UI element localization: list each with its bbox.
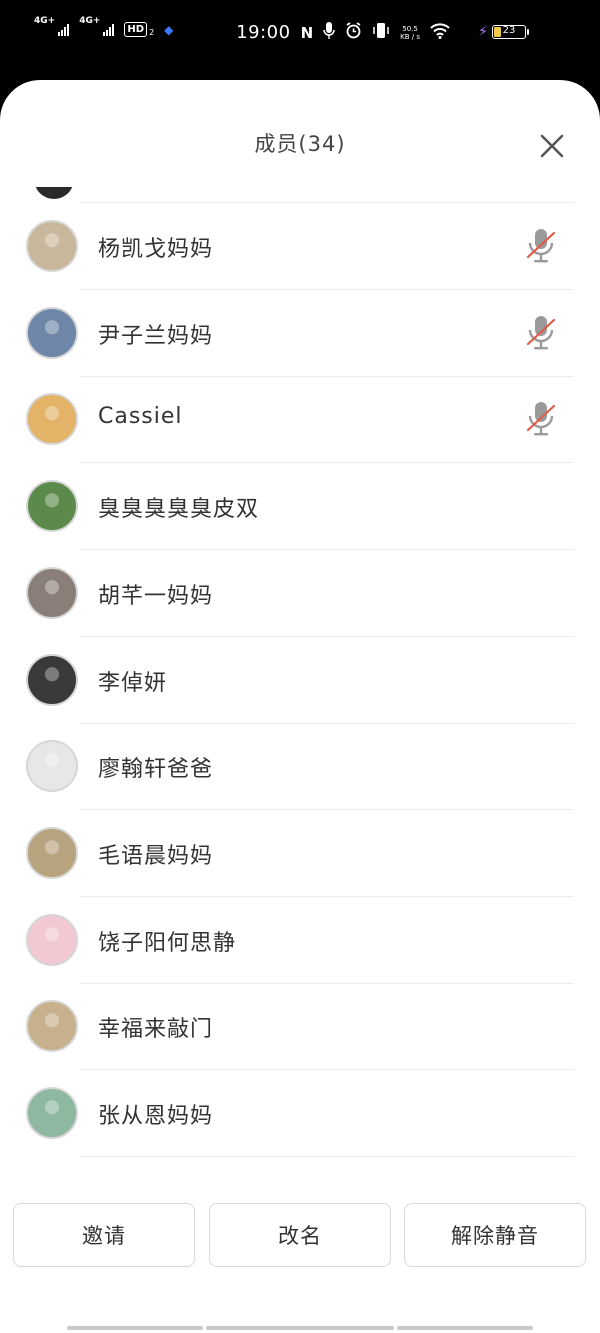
mic-muted-icon [524, 314, 558, 352]
unmute-button[interactable]: 解除静音 [404, 1203, 586, 1267]
battery-icon: 23 [492, 25, 529, 39]
cell-signal-1: 4G+ [34, 16, 70, 36]
member-name: 杨凯戈妈妈 [98, 237, 214, 262]
signal-label: 4G+ [34, 15, 56, 26]
net-speed-value: 50.5 [402, 24, 418, 33]
close-icon [540, 134, 564, 158]
charging-icon: ⚡ [478, 24, 488, 40]
home-indicator [67, 1326, 203, 1330]
mic-muted-icon [524, 400, 558, 438]
list-item[interactable] [0, 187, 600, 203]
member-row[interactable]: 幸福来敲门 [0, 983, 600, 1071]
hd-sub-label: 2 [149, 28, 155, 37]
avatar [26, 220, 78, 272]
avatar [26, 1000, 78, 1053]
member-name: 饶子阳何思静 [98, 930, 237, 956]
net-speed-unit: KB / s [400, 32, 420, 41]
avatar [26, 740, 78, 793]
signal-bars-icon [58, 23, 70, 36]
avatar [26, 653, 78, 706]
member-name: 张从恩妈妈 [98, 1104, 214, 1129]
vibrate-icon [372, 22, 390, 43]
member-name: 臭臭臭臭臭皮双 [98, 497, 260, 523]
member-row[interactable]: 廖翰轩爸爸 [0, 723, 600, 811]
member-name: 廖翰轩爸爸 [98, 757, 214, 783]
cell-signal-2: 4G+ [79, 16, 115, 36]
avatar [26, 826, 78, 879]
member-row[interactable]: 李倬妍 [0, 637, 600, 724]
avatar [34, 187, 74, 199]
members-sheet: 成员(34) 杨凯戈妈妈尹子兰妈妈 Cassiel 臭臭臭臭臭皮双 胡芊一妈妈李倬妍廖… [0, 80, 600, 1333]
home-indicator [397, 1326, 533, 1330]
sheet-title: 成员(34) [254, 132, 346, 156]
nfc-icon: N [300, 23, 314, 42]
member-name: 李倬妍 [98, 670, 168, 696]
avatar [26, 1087, 78, 1139]
hd-voice-indicator: HD 2 [124, 22, 154, 37]
microphone-icon [323, 22, 335, 43]
member-row[interactable]: Cassiel [0, 376, 600, 464]
member-name: 毛语晨妈妈 [98, 843, 214, 869]
signal-label: 4G+ [79, 15, 101, 26]
app-notification-icon: ◆ [164, 22, 174, 37]
avatar [26, 913, 78, 966]
avatar [26, 306, 78, 359]
member-row[interactable]: 杨凯戈妈妈 [0, 203, 600, 290]
hd-label: HD [124, 22, 148, 37]
clock: 19:00 [236, 22, 291, 43]
rename-button[interactable]: 改名 [209, 1203, 391, 1267]
alarm-icon [345, 22, 362, 43]
member-name: 胡芊一妈妈 [98, 583, 214, 609]
member-row[interactable]: 饶子阳何思静 [0, 897, 600, 984]
avatar [26, 480, 78, 533]
divider [80, 1156, 574, 1157]
status-bar: 4G+ 4G+ HD 2 ◆ 19:00 N 50.5 KB / s ⚡ 23 [0, 0, 600, 70]
network-speed: 50.5 KB / s [400, 25, 420, 41]
home-indicator [206, 1326, 394, 1330]
member-row[interactable]: 尹子兰妈妈 [0, 290, 600, 377]
invite-button[interactable]: 邀请 [13, 1203, 195, 1267]
signal-bars-icon [103, 23, 115, 36]
member-list[interactable]: 杨凯戈妈妈尹子兰妈妈 Cassiel 臭臭臭臭臭皮双 胡芊一妈妈李倬妍廖翰轩爸爸毛语晨… [0, 187, 600, 1187]
wifi-icon [430, 22, 450, 43]
member-row[interactable]: 张从恩妈妈 [0, 1070, 600, 1157]
member-name: 尹子兰妈妈 [98, 323, 214, 349]
member-row[interactable]: 胡芊一妈妈 [0, 550, 600, 637]
member-row[interactable]: 臭臭臭臭臭皮双 [0, 463, 600, 551]
close-button[interactable] [536, 130, 568, 162]
member-name: 幸福来敲门 [98, 1017, 214, 1043]
member-row[interactable]: 毛语晨妈妈 [0, 810, 600, 897]
mic-muted-icon [524, 227, 558, 265]
battery-level: 23 [502, 25, 516, 36]
member-name: Cassiel [98, 404, 183, 430]
avatar [26, 393, 78, 446]
avatar [26, 566, 78, 619]
